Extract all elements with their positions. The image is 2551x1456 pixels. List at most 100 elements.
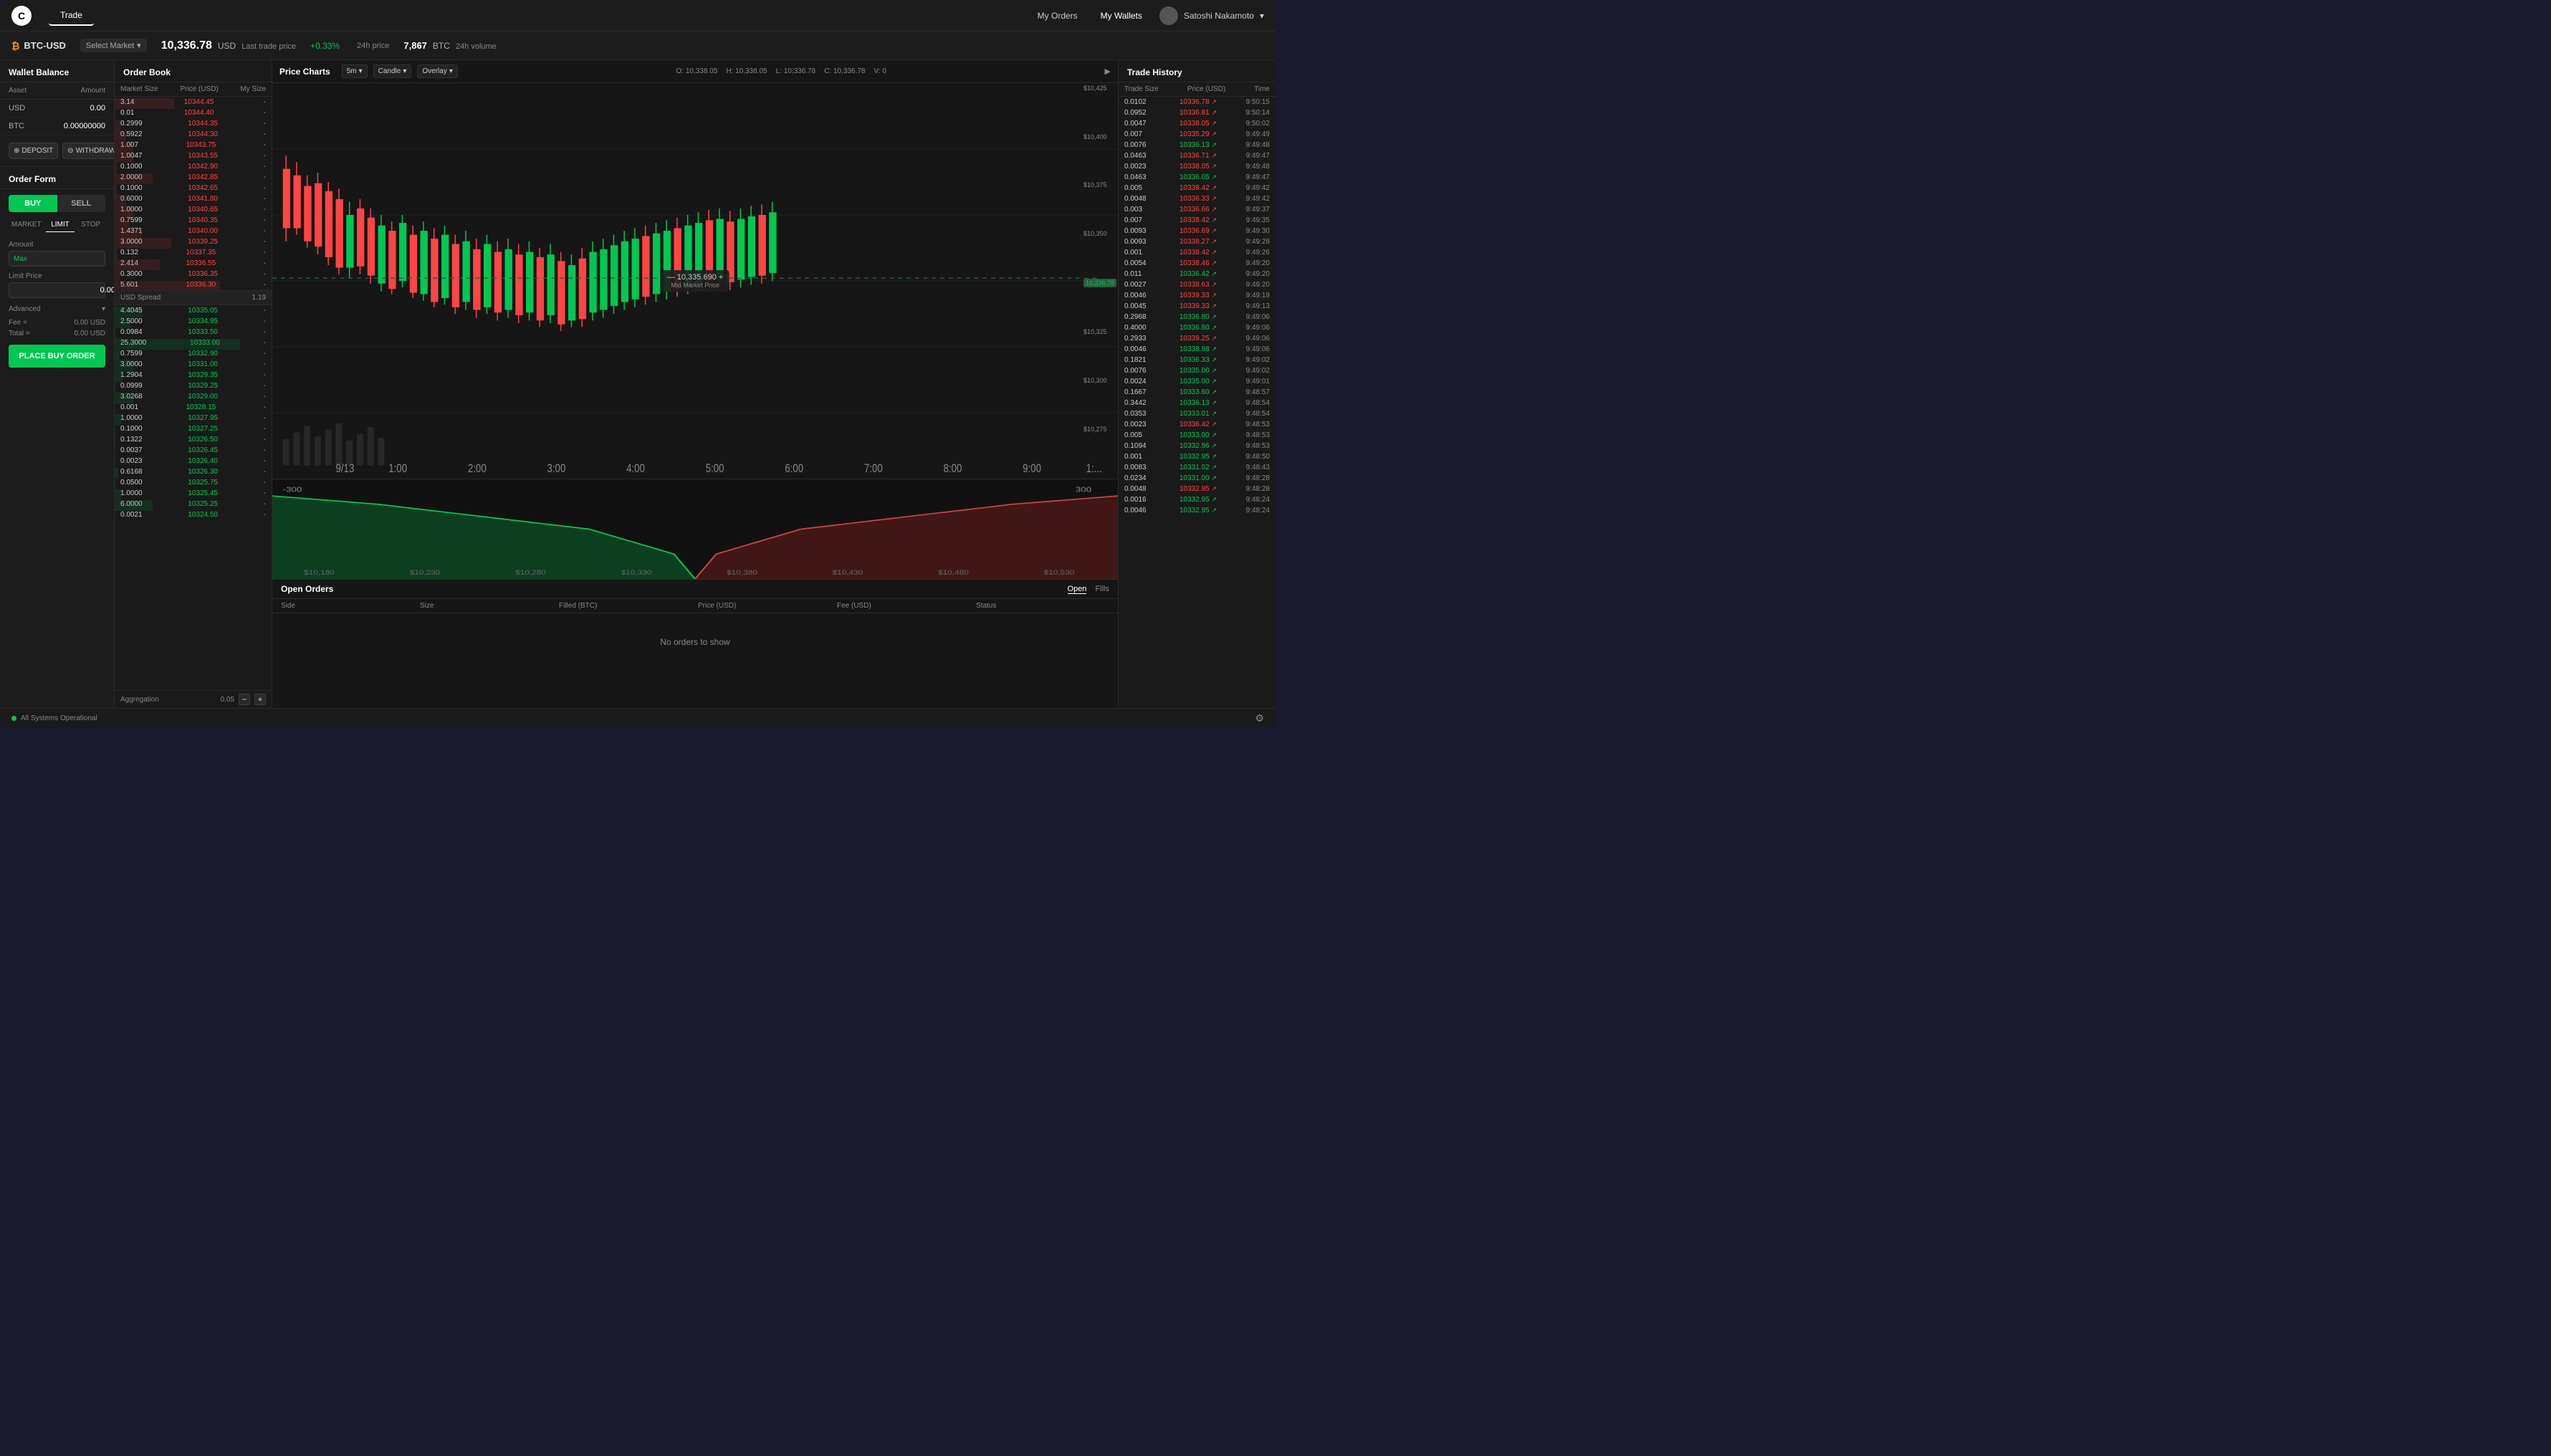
svg-text:1:...: 1:...: [1086, 461, 1102, 475]
ask-mysize: -: [264, 259, 266, 267]
open-orders-fills-tab[interactable]: Fills: [1095, 585, 1109, 594]
aggregation-row: Aggregation 0.05 − +: [115, 690, 272, 708]
ask-row[interactable]: 1.437110340.00-: [115, 226, 272, 236]
open-orders-open-tab[interactable]: Open: [1068, 585, 1087, 594]
bid-row[interactable]: 0.099910329.25-: [115, 380, 272, 391]
bid-price: 10329.25: [188, 382, 218, 390]
ask-row[interactable]: 0.592210344.30-: [115, 129, 272, 140]
trade-time: 9:49:47: [1240, 152, 1270, 160]
trade-time: 9:49:37: [1240, 206, 1270, 214]
bid-row[interactable]: 1.000010327.95-: [115, 413, 272, 423]
bid-row[interactable]: 0.050010325.75-: [115, 477, 272, 488]
my-wallets-button[interactable]: My Wallets: [1095, 8, 1148, 24]
my-orders-button[interactable]: My Orders: [1032, 8, 1083, 24]
ask-price: 10344.40: [184, 109, 214, 117]
ask-mysize: -: [264, 130, 266, 138]
bid-row[interactable]: 6.000010325.25-: [115, 499, 272, 509]
trade-size: 0.007: [1124, 130, 1157, 138]
trade-price: 10336.42 ↗: [1179, 421, 1217, 428]
ask-row[interactable]: 0.0110344.40-: [115, 107, 272, 118]
app-logo[interactable]: C: [11, 6, 32, 26]
trade-time: 9:48:24: [1240, 507, 1270, 514]
bid-price: 10328.15: [186, 403, 216, 411]
bid-row[interactable]: 0.616810326.30-: [115, 466, 272, 477]
ask-row[interactable]: 1.004710343.55-: [115, 150, 272, 161]
sell-tab[interactable]: SELL: [57, 195, 106, 212]
limit-price-group: Limit Price USD: [0, 269, 114, 301]
bid-row[interactable]: 25.300010333.00-: [115, 337, 272, 348]
wallet-row: BTC0.00000000: [0, 118, 114, 135]
ask-row[interactable]: 3.1410344.45-: [115, 97, 272, 107]
bid-row[interactable]: 0.100010327.25-: [115, 423, 272, 434]
bid-row[interactable]: 0.00110328.15-: [115, 402, 272, 413]
trade-history-rows: 0.010210336.78 ↗9:50:150.095210336.81 ↗9…: [1119, 97, 1276, 708]
deposit-button[interactable]: ⊕ DEPOSIT: [9, 143, 58, 159]
ask-row[interactable]: 0.100010342.90-: [115, 161, 272, 172]
trade-history-panel: Trade History Trade Size Price (USD) Tim…: [1118, 60, 1276, 708]
bid-size: 2.5000: [120, 317, 143, 325]
trade-size: 0.001: [1124, 249, 1157, 257]
bid-row[interactable]: 1.290410329.35-: [115, 370, 272, 380]
agg-plus-button[interactable]: +: [254, 694, 266, 705]
ask-row[interactable]: 0.299910344.35-: [115, 118, 272, 129]
settings-icon[interactable]: ⚙: [1255, 712, 1264, 724]
trade-size: 0.0047: [1124, 120, 1157, 128]
chart-type-selector[interactable]: Candle ▾: [373, 64, 412, 78]
svg-text:$10,430: $10,430: [833, 569, 863, 576]
trade-time: 9:49:20: [1240, 281, 1270, 289]
bid-row[interactable]: 0.002110324.50-: [115, 509, 272, 520]
open-orders-col-headers: Side Size Filled (BTC) Price (USD) Fee (…: [272, 599, 1118, 613]
ask-row[interactable]: 1.00710343.75-: [115, 140, 272, 150]
ask-row[interactable]: 2.000010342.85-: [115, 172, 272, 183]
ask-row[interactable]: 1.000010340.65-: [115, 204, 272, 215]
bid-row[interactable]: 0.003710326.45-: [115, 445, 272, 456]
bid-price: 10332.90: [188, 350, 218, 358]
trade-row: 0.166710333.60 ↗9:48:57: [1119, 387, 1276, 398]
ask-row[interactable]: 0.300010336.35-: [115, 269, 272, 279]
place-order-button[interactable]: PLACE BUY ORDER: [9, 345, 105, 368]
expand-chart-button[interactable]: ▶: [1105, 67, 1111, 76]
select-market-dropdown[interactable]: Select Market ▾: [80, 39, 147, 52]
market-order-tab[interactable]: MARKET: [9, 218, 44, 232]
bid-price: 10331.00: [188, 360, 218, 368]
bid-row[interactable]: 4.404510335.05-: [115, 305, 272, 316]
trade-time: 9:48:43: [1240, 464, 1270, 471]
amount-input[interactable]: [30, 254, 115, 263]
ask-row[interactable]: 0.600010341.80-: [115, 193, 272, 204]
limit-order-tab[interactable]: LIMIT: [46, 218, 75, 232]
nav-tab-trade[interactable]: Trade: [49, 6, 94, 26]
agg-minus-button[interactable]: −: [239, 694, 250, 705]
bid-row[interactable]: 1.000010325.45-: [115, 488, 272, 499]
bid-row[interactable]: 0.098410333.50-: [115, 327, 272, 337]
buy-tab[interactable]: BUY: [9, 195, 57, 212]
bid-row[interactable]: 0.132210326.50-: [115, 434, 272, 445]
bid-row[interactable]: 0.759910332.90-: [115, 348, 272, 359]
ask-row[interactable]: 0.100010342.65-: [115, 183, 272, 193]
ask-row[interactable]: 3.000010339.25-: [115, 236, 272, 247]
trade-price: 10333.01 ↗: [1179, 410, 1217, 418]
timeframe-selector[interactable]: 5m ▾: [342, 64, 368, 78]
bid-row[interactable]: 0.002310326.40-: [115, 456, 272, 466]
trade-price: 10332.95 ↗: [1179, 496, 1217, 504]
volume-label: 24h volume: [456, 42, 497, 51]
wallet-asset-amount: 0.00: [90, 104, 105, 112]
bid-mysize: -: [264, 489, 266, 497]
ask-row[interactable]: 2.41410336.55-: [115, 258, 272, 269]
ask-row[interactable]: 0.13210337.35-: [115, 247, 272, 258]
overlay-selector[interactable]: Overlay ▾: [417, 64, 457, 78]
chevron-down-icon: ▾: [137, 41, 141, 50]
withdraw-button[interactable]: ⊖ WITHDRAW: [62, 143, 115, 159]
max-link[interactable]: Max: [14, 255, 27, 263]
trade-size: 0.0046: [1124, 345, 1157, 353]
bid-row[interactable]: 3.000010331.00-: [115, 359, 272, 370]
bid-mysize: -: [264, 425, 266, 433]
stop-order-tab[interactable]: STOP: [76, 218, 105, 232]
ask-row[interactable]: 5.60110336.30-: [115, 279, 272, 290]
bid-row[interactable]: 3.026810329.00-: [115, 391, 272, 402]
bid-row[interactable]: 2.500010334.95-: [115, 316, 272, 327]
user-area[interactable]: Satoshi Nakamoto ▾: [1159, 6, 1264, 25]
ask-row[interactable]: 0.759910340.35-: [115, 215, 272, 226]
limit-price-input[interactable]: [14, 286, 115, 294]
advanced-toggle[interactable]: Advanced ▾: [0, 301, 114, 317]
trade-row: 0.182110336.33 ↗9:49:02: [1119, 355, 1276, 365]
